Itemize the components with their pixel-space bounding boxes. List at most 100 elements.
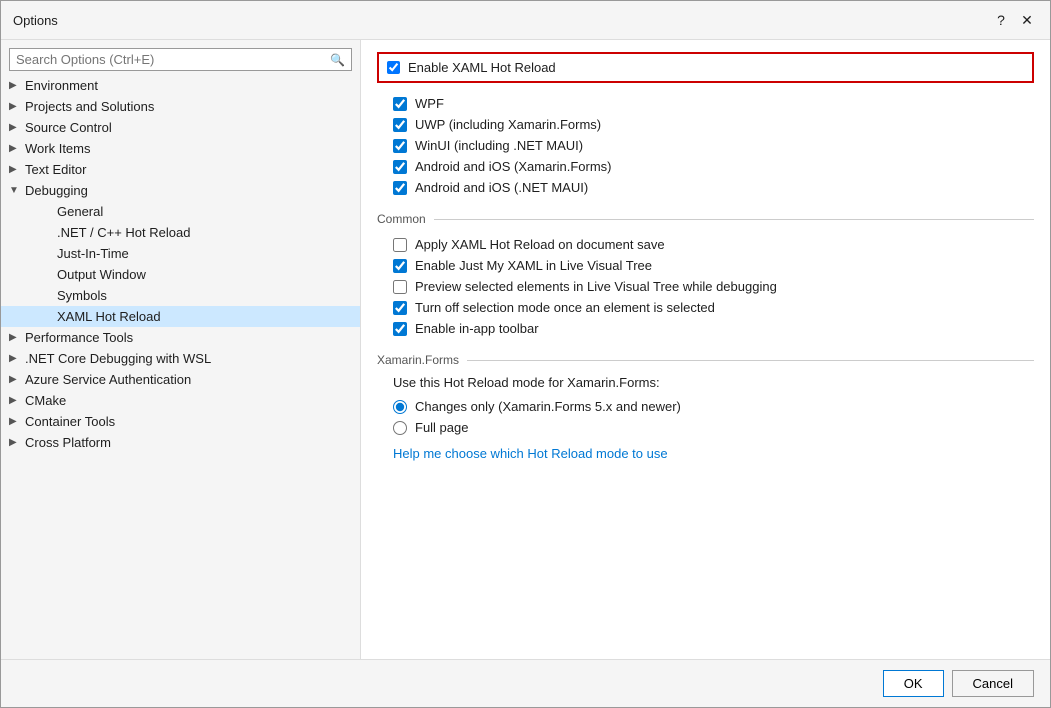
tree-item-azure-service-auth[interactable]: ▶Azure Service Authentication (1, 369, 360, 390)
tree-label-environment: Environment (25, 78, 352, 93)
right-content: Enable XAML Hot Reload WPF UWP (includin… (361, 40, 1050, 481)
common-divider (434, 219, 1034, 220)
full-page-row: Full page (377, 417, 1034, 438)
changes-only-radio[interactable] (393, 400, 407, 414)
android-ios-xamarin-label: Android and iOS (Xamarin.Forms) (415, 159, 612, 174)
tree-item-performance-tools[interactable]: ▶Performance Tools (1, 327, 360, 348)
tree-label-work-items: Work Items (25, 141, 352, 156)
tree-item-cross-platform[interactable]: ▶Cross Platform (1, 432, 360, 453)
title-bar: Options ? ✕ (1, 1, 1050, 40)
tree-arrow-performance-tools: ▶ (9, 332, 25, 343)
wpf-label: WPF (415, 96, 444, 111)
tree-item-source-control[interactable]: ▶Source Control (1, 117, 360, 138)
common-section-header: Common (377, 212, 1034, 226)
tree-item-general[interactable]: General (1, 201, 360, 222)
uwp-checkbox[interactable] (393, 118, 407, 132)
just-my-xaml-row: Enable Just My XAML in Live Visual Tree (377, 255, 1034, 276)
full-page-radio[interactable] (393, 421, 407, 435)
uwp-row: UWP (including Xamarin.Forms) (377, 114, 1034, 135)
common-label: Common (377, 212, 426, 226)
dialog-title: Options (13, 13, 58, 28)
android-ios-maui-label: Android and iOS (.NET MAUI) (415, 180, 588, 195)
just-my-xaml-checkbox[interactable] (393, 259, 407, 273)
in-app-toolbar-label: Enable in-app toolbar (415, 321, 539, 336)
tree-item-symbols[interactable]: Symbols (1, 285, 360, 306)
tree-label-source-control: Source Control (25, 120, 352, 135)
tree-arrow-container-tools: ▶ (9, 416, 25, 427)
xamarin-label: Xamarin.Forms (377, 353, 459, 367)
tree-arrow-environment: ▶ (9, 80, 25, 91)
tree-label-cmake: CMake (25, 393, 352, 408)
tree-item-dotnet-core-wsl[interactable]: ▶.NET Core Debugging with WSL (1, 348, 360, 369)
ok-button[interactable]: OK (883, 670, 944, 697)
tree-label-dotnet-core-wsl: .NET Core Debugging with WSL (25, 351, 352, 366)
search-icon: 🔍 (330, 53, 345, 67)
right-scroll-wrapper[interactable]: Enable XAML Hot Reload WPF UWP (includin… (361, 40, 1050, 659)
preview-selected-row: Preview selected elements in Live Visual… (377, 276, 1034, 297)
tree-item-environment[interactable]: ▶Environment (1, 75, 360, 96)
android-ios-maui-row: Android and iOS (.NET MAUI) (377, 177, 1034, 198)
tree-label-symbols: Symbols (57, 288, 352, 303)
right-panel: Enable XAML Hot Reload WPF UWP (includin… (361, 40, 1050, 659)
help-link[interactable]: Help me choose which Hot Reload mode to … (393, 442, 668, 465)
tree-label-container-tools: Container Tools (25, 414, 352, 429)
cancel-button[interactable]: Cancel (952, 670, 1034, 697)
wpf-checkbox[interactable] (393, 97, 407, 111)
tree-arrow-azure-service-auth: ▶ (9, 374, 25, 385)
changes-only-label: Changes only (Xamarin.Forms 5.x and newe… (415, 399, 681, 414)
tree-label-projects-solutions: Projects and Solutions (25, 99, 352, 114)
tree-arrow-cmake: ▶ (9, 395, 25, 406)
tree-label-debugging: Debugging (25, 183, 352, 198)
use-hot-reload-label: Use this Hot Reload mode for Xamarin.For… (377, 375, 1034, 396)
tree-arrow-text-editor: ▶ (9, 164, 25, 175)
tree-label-output-window: Output Window (57, 267, 352, 282)
help-button[interactable]: ? (990, 9, 1012, 31)
tree-item-output-window[interactable]: Output Window (1, 264, 360, 285)
turn-off-selection-label: Turn off selection mode once an element … (415, 300, 715, 315)
winui-checkbox[interactable] (393, 139, 407, 153)
tree-label-performance-tools: Performance Tools (25, 330, 352, 345)
dialog-body: 🔍 ▶Environment▶Projects and Solutions▶So… (1, 40, 1050, 659)
tree-item-debugging[interactable]: ▼Debugging (1, 180, 360, 201)
changes-only-row: Changes only (Xamarin.Forms 5.x and newe… (377, 396, 1034, 417)
xamarin-section-header: Xamarin.Forms (377, 353, 1034, 367)
options-dialog: Options ? ✕ 🔍 ▶Environment▶Projects and … (0, 0, 1051, 708)
android-ios-maui-checkbox[interactable] (393, 181, 407, 195)
enable-xaml-checkbox[interactable] (387, 61, 400, 74)
turn-off-selection-row: Turn off selection mode once an element … (377, 297, 1034, 318)
in-app-toolbar-checkbox[interactable] (393, 322, 407, 336)
tree-label-text-editor: Text Editor (25, 162, 352, 177)
uwp-label: UWP (including Xamarin.Forms) (415, 117, 601, 132)
winui-label: WinUI (including .NET MAUI) (415, 138, 583, 153)
tree-item-text-editor[interactable]: ▶Text Editor (1, 159, 360, 180)
tree-item-work-items[interactable]: ▶Work Items (1, 138, 360, 159)
tree-item-projects-solutions[interactable]: ▶Projects and Solutions (1, 96, 360, 117)
tree-item-just-in-time[interactable]: Just-In-Time (1, 243, 360, 264)
in-app-toolbar-row: Enable in-app toolbar (377, 318, 1034, 339)
tree-label-general: General (57, 204, 352, 219)
tree-item-cmake[interactable]: ▶CMake (1, 390, 360, 411)
wpf-row: WPF (377, 93, 1034, 114)
tree-item-dotnet-cpp-hot-reload[interactable]: .NET / C++ Hot Reload (1, 222, 360, 243)
turn-off-selection-checkbox[interactable] (393, 301, 407, 315)
tree-container[interactable]: ▶Environment▶Projects and Solutions▶Sour… (1, 75, 360, 659)
tree-label-xaml-hot-reload: XAML Hot Reload (57, 309, 352, 324)
title-bar-buttons: ? ✕ (990, 9, 1038, 31)
enable-xaml-label: Enable XAML Hot Reload (408, 60, 556, 75)
search-box[interactable]: 🔍 (9, 48, 352, 71)
tree-label-cross-platform: Cross Platform (25, 435, 352, 450)
close-button[interactable]: ✕ (1016, 9, 1038, 31)
apply-on-save-checkbox[interactable] (393, 238, 407, 252)
preview-selected-checkbox[interactable] (393, 280, 407, 294)
android-ios-xamarin-checkbox[interactable] (393, 160, 407, 174)
android-ios-xamarin-row: Android and iOS (Xamarin.Forms) (377, 156, 1034, 177)
tree-arrow-debugging: ▼ (9, 185, 25, 196)
tree-label-dotnet-cpp-hot-reload: .NET / C++ Hot Reload (57, 225, 352, 240)
tree-item-container-tools[interactable]: ▶Container Tools (1, 411, 360, 432)
search-input[interactable] (16, 52, 330, 67)
apply-on-save-label: Apply XAML Hot Reload on document save (415, 237, 665, 252)
tree-item-xaml-hot-reload[interactable]: XAML Hot Reload (1, 306, 360, 327)
help-link-container: Help me choose which Hot Reload mode to … (377, 438, 1034, 469)
tree-arrow-projects-solutions: ▶ (9, 101, 25, 112)
xamarin-divider (467, 360, 1034, 361)
